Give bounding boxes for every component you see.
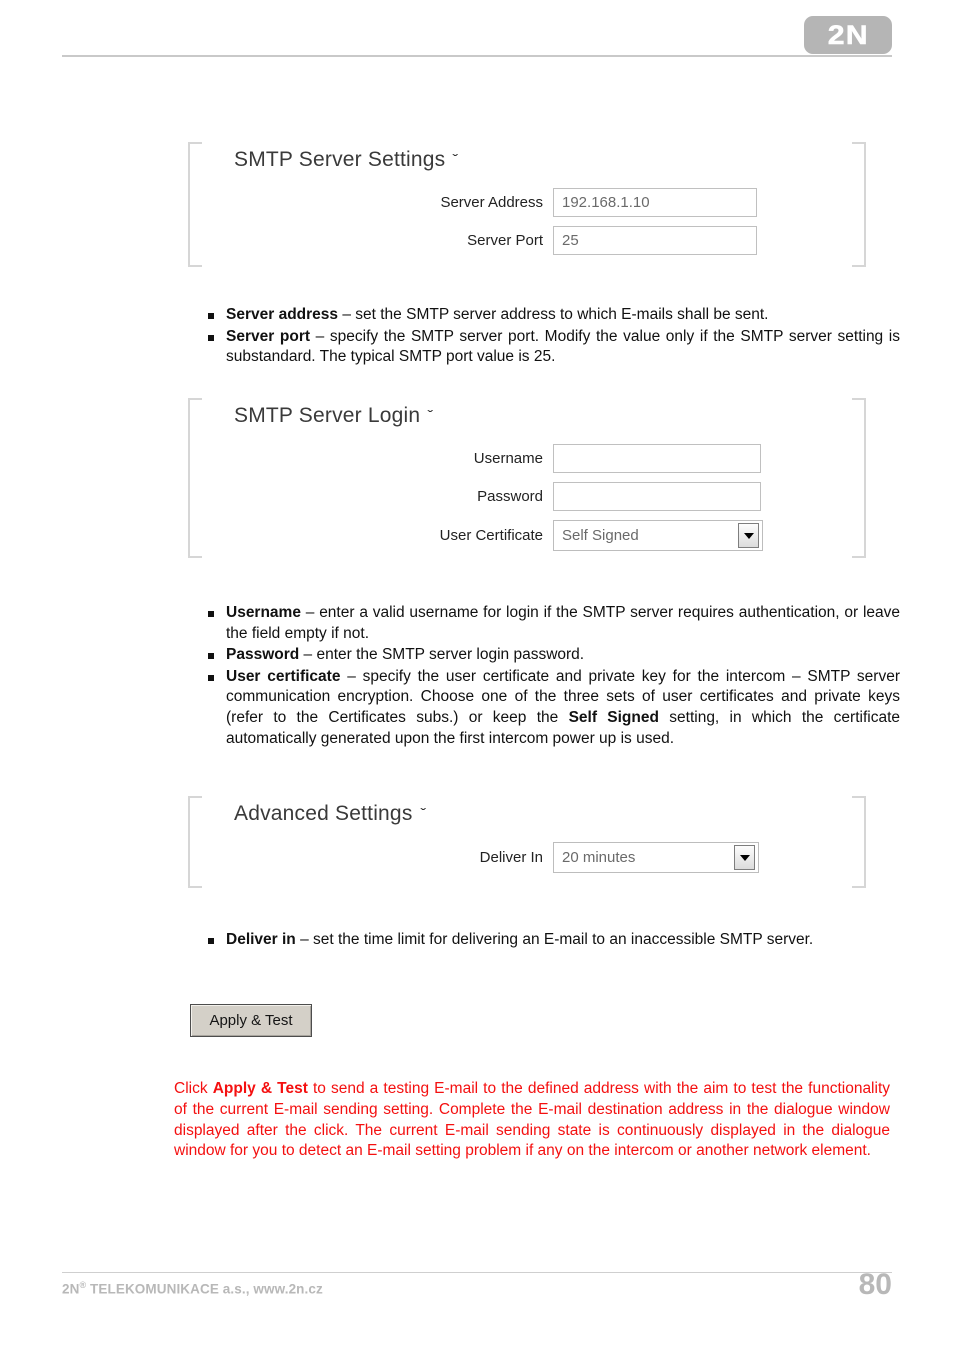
panel-smtp-server-login: SMTP Server Login ˇ Username Password Use…: [188, 398, 866, 558]
select-user-certificate[interactable]: Self Signed: [553, 520, 763, 551]
bullet-text: – set the SMTP server address to which E…: [338, 306, 769, 323]
footer-company: 2N® TELEKOMUNIKACE a.s., www.2n.cz: [62, 1280, 323, 1297]
note-emphasis: Apply & Test: [212, 1080, 308, 1097]
dropdown-arrow-icon[interactable]: [738, 523, 759, 548]
form-rows-advanced-settings: Deliver In 20 minutes: [188, 842, 866, 882]
page-number: 80: [858, 1268, 892, 1301]
panel-title-smtp-server-settings: SMTP Server Settings ˇ: [234, 148, 459, 172]
label-deliver-in: Deliver In: [479, 849, 543, 866]
input-password[interactable]: [553, 482, 761, 511]
input-server-port[interactable]: 25: [553, 226, 757, 255]
note-apply-and-test: Click Apply & Test to send a testing E-m…: [174, 1079, 890, 1162]
panel-title-text: SMTP Server Login: [234, 404, 421, 427]
label-username: Username: [473, 450, 543, 467]
list-item: Server address – set the SMTP server add…: [200, 305, 900, 326]
bullet-text: – enter the SMTP server login password.: [299, 646, 585, 664]
select-deliver-in[interactable]: 20 minutes: [553, 842, 759, 873]
bullet-term: Username: [226, 604, 301, 621]
list-item: Server port – specify the SMTP server po…: [200, 327, 900, 368]
bullet-text: – enter a valid username for login if th…: [226, 604, 900, 642]
bullet-term: Server address: [226, 306, 339, 323]
panel-title-smtp-server-login: SMTP Server Login ˇ: [234, 404, 434, 428]
form-row-server-port: Server Port 25: [188, 226, 866, 255]
form-row-password: Password: [188, 482, 866, 511]
select-deliver-in-value: 20 minutes: [562, 849, 636, 866]
bullet-list-server-login: Username – enter a valid username for lo…: [200, 603, 900, 750]
bullet-emphasis: Self Signed: [568, 709, 659, 727]
list-item: Deliver in – set the time limit for deli…: [200, 930, 900, 951]
panel-title-text: Advanced Settings: [234, 802, 413, 825]
bullet-text: – specify the SMTP server port. Modify t…: [226, 327, 901, 366]
header-divider: [62, 55, 892, 57]
panel-title-text: SMTP Server Settings: [234, 148, 446, 171]
input-username[interactable]: [553, 444, 761, 473]
label-server-address: Server Address: [440, 194, 543, 211]
page-header: 2N: [0, 0, 954, 60]
bullet-term: Server port: [226, 327, 311, 345]
form-row-username: Username: [188, 444, 866, 473]
label-user-certificate: User Certificate: [439, 527, 543, 544]
select-user-certificate-value: Self Signed: [562, 527, 639, 544]
panel-advanced-settings: Advanced Settings ˇ Deliver In 20 minutes: [188, 796, 866, 888]
form-row-user-certificate: User Certificate Self Signed: [188, 520, 866, 551]
label-server-port: Server Port: [467, 232, 543, 249]
form-rows-smtp-server-login: Username Password User Certificate Self …: [188, 444, 866, 560]
form-row-server-address: Server Address 192.168.1.10: [188, 188, 866, 217]
bullet-term: Password: [226, 646, 300, 664]
footer-divider: [62, 1272, 892, 1273]
apply-and-test-button[interactable]: Apply & Test: [190, 1004, 312, 1037]
apply-and-test-label: Apply & Test: [209, 1012, 293, 1029]
bullet-text: – set the time limit for delivering an E…: [295, 931, 814, 948]
document-page: 2N SMTP Server Settings ˇ Server Address …: [0, 0, 954, 1350]
chevron-down-icon[interactable]: ˇ: [428, 407, 434, 423]
bullet-term: Deliver in: [226, 931, 296, 948]
logo-text: 2N: [827, 19, 869, 50]
input-server-address-value: 192.168.1.10: [562, 194, 650, 211]
list-item: Username – enter a valid username for lo…: [200, 603, 900, 644]
form-rows-smtp-server-settings: Server Address 192.168.1.10 Server Port …: [188, 188, 866, 264]
note-lead: Click: [174, 1080, 213, 1097]
label-password: Password: [477, 488, 543, 505]
list-item: User certificate – specify the user cert…: [200, 667, 900, 749]
chevron-down-icon[interactable]: ˇ: [420, 805, 426, 821]
panel-title-advanced-settings: Advanced Settings ˇ: [234, 802, 426, 826]
input-server-port-value: 25: [562, 232, 579, 249]
footer-company-prefix: 2N: [62, 1281, 80, 1297]
list-item: Password – enter the SMTP server login p…: [200, 645, 900, 666]
dropdown-arrow-icon[interactable]: [734, 845, 755, 870]
bullet-term: User certificate: [226, 667, 341, 685]
footer-company-rest: TELEKOMUNIKACE a.s., www.2n.cz: [86, 1281, 323, 1297]
bullet-list-advanced-settings: Deliver in – set the time limit for deli…: [200, 930, 900, 952]
chevron-down-icon[interactable]: ˇ: [453, 151, 459, 167]
2n-logo: 2N: [804, 16, 892, 54]
bullet-list-server-settings: Server address – set the SMTP server add…: [200, 305, 900, 369]
input-server-address[interactable]: 192.168.1.10: [553, 188, 757, 217]
panel-smtp-server-settings: SMTP Server Settings ˇ Server Address 192…: [188, 142, 866, 267]
form-row-deliver-in: Deliver In 20 minutes: [188, 842, 866, 873]
